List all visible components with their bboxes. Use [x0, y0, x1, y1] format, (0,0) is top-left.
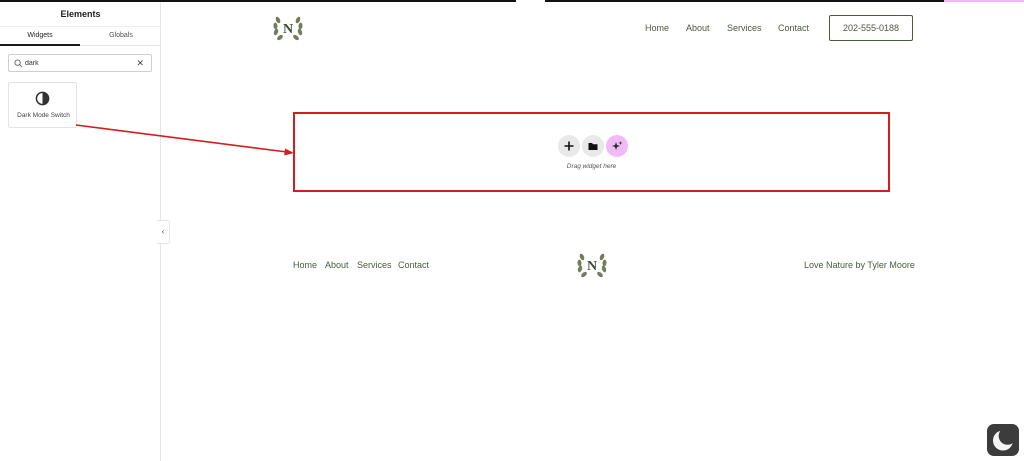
nav-link-home[interactable]: Home	[645, 23, 669, 33]
footer-link-about[interactable]: About	[325, 260, 349, 270]
page-root: Elements Widgets Globals ✕ Dark Mode Swi…	[0, 0, 1024, 461]
search-input[interactable]	[25, 57, 135, 70]
svg-text:N: N	[587, 259, 597, 274]
footer-link-services[interactable]: Services	[357, 260, 392, 270]
contrast-icon	[35, 91, 50, 106]
chevron-left-icon[interactable]: ‹	[157, 220, 170, 244]
widget-dark-mode-switch[interactable]: Dark Mode Switch	[8, 82, 77, 128]
nav-link-about[interactable]: About	[686, 23, 710, 33]
laurel-logo[interactable]: N	[575, 249, 609, 281]
drop-zone-hint: Drag widget here	[566, 163, 617, 170]
folder-icon[interactable]	[582, 135, 604, 157]
footer-credit: Love Nature by Tyler Moore	[804, 260, 915, 270]
widget-label: Dark Mode Switch	[17, 112, 70, 119]
laurel-logo[interactable]: N	[271, 12, 305, 44]
widget-search: ✕	[8, 54, 152, 72]
top-edge-bar-accent	[944, 0, 1024, 2]
search-icon	[14, 59, 23, 68]
ai-sparkle-icon[interactable]	[606, 135, 628, 157]
top-edge-bar	[545, 0, 944, 2]
drop-zone[interactable]: Drag widget here	[293, 112, 890, 192]
svg-text:N: N	[283, 22, 293, 37]
elements-panel: Elements Widgets Globals ✕ Dark Mode Swi…	[0, 2, 161, 461]
phone-button[interactable]: 202-555-0188	[829, 15, 913, 41]
tab-globals[interactable]: Globals	[81, 27, 161, 46]
nav-link-contact[interactable]: Contact	[778, 23, 809, 33]
nav-link-services[interactable]: Services	[727, 23, 762, 33]
footer-link-home[interactable]: Home	[293, 260, 317, 270]
close-icon[interactable]: ✕	[136, 57, 144, 70]
moon-icon	[993, 427, 1017, 451]
tab-widgets[interactable]: Widgets	[0, 27, 80, 46]
footer-link-contact[interactable]: Contact	[398, 260, 429, 270]
dark-mode-toggle[interactable]	[987, 424, 1019, 456]
panel-title: Elements	[60, 9, 101, 19]
plus-icon[interactable]	[558, 135, 580, 157]
panel-tabs: Widgets Globals	[0, 26, 161, 46]
